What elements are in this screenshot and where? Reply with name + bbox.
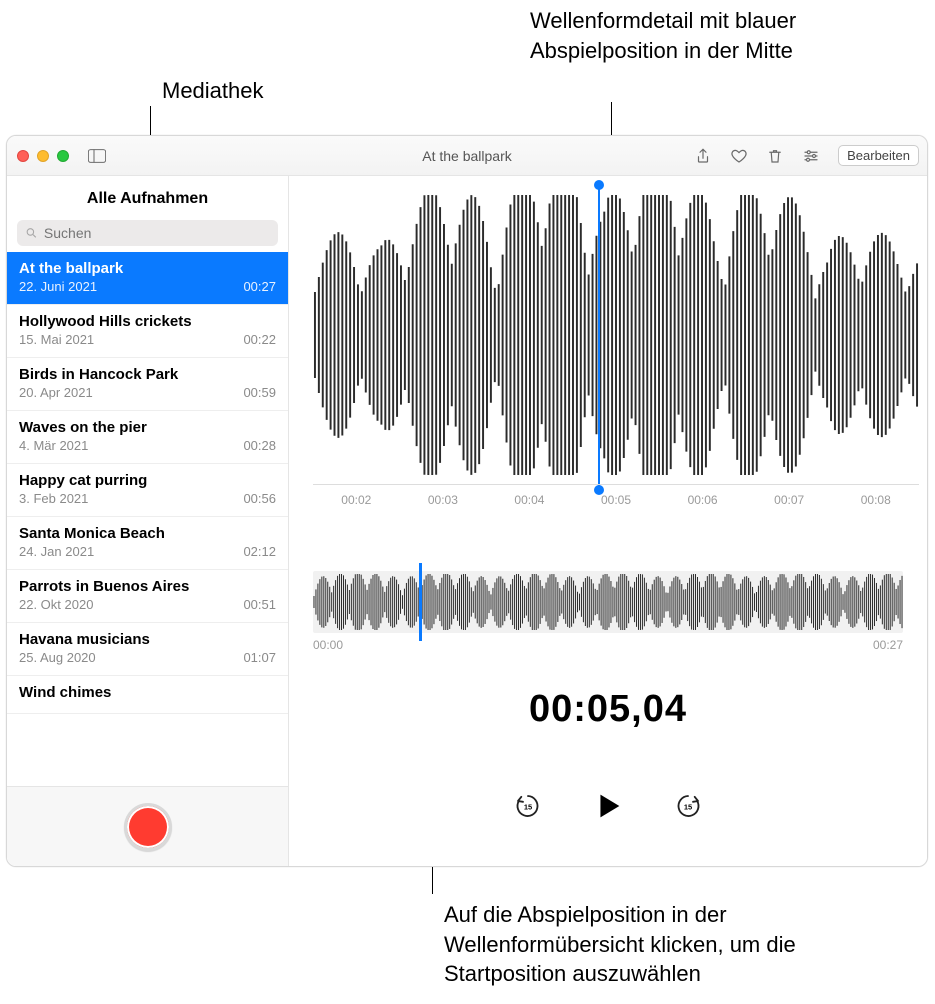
heart-icon (730, 147, 748, 165)
window-controls (17, 150, 69, 162)
recording-duration: 01:07 (243, 650, 276, 665)
waveform-detail[interactable]: 00:0200:0300:0400:0500:0600:0700:08 (313, 190, 919, 520)
search-input[interactable] (44, 225, 270, 241)
callout-waveform-detail: Wellenformdetail mit blauer Abspielposit… (530, 6, 890, 65)
recording-name: Wind chimes (19, 684, 276, 701)
recording-item[interactable]: Happy cat purring 3. Feb 2021 00:56 (7, 464, 288, 517)
recording-duration: 02:12 (243, 544, 276, 559)
favorite-button[interactable] (730, 147, 748, 165)
minimize-window-button[interactable] (37, 150, 49, 162)
recording-item[interactable]: Havana musicians 25. Aug 2020 01:07 (7, 623, 288, 676)
recording-item[interactable]: Santa Monica Beach 24. Jan 2021 02:12 (7, 517, 288, 570)
recording-item[interactable]: Hollywood Hills crickets 15. Mai 2021 00:2… (7, 305, 288, 358)
toggle-sidebar-button[interactable] (85, 146, 109, 166)
edit-button[interactable]: Bearbeiten (838, 145, 919, 166)
app-window: At the ballpark Bearbeiten Alle Aufnahme… (6, 135, 928, 867)
recording-name: Havana musicians (19, 631, 276, 648)
overview-start-time: 00:00 (313, 638, 343, 652)
recording-duration: 00:22 (243, 332, 276, 347)
recording-date: 3. Feb 2021 (19, 491, 88, 506)
sidebar-icon (88, 149, 106, 163)
skip-forward-icon: 15 (673, 791, 703, 821)
search-field[interactable] (17, 220, 278, 246)
zoom-window-button[interactable] (57, 150, 69, 162)
share-icon (694, 147, 712, 165)
callout-overview-playhead: Auf die Abspielposition in der Wellenfor… (444, 900, 904, 989)
recording-duration: 00:27 (243, 279, 276, 294)
sidebar: Alle Aufnahmen At the ballpark 22. Juni 2… (7, 176, 289, 866)
record-button[interactable] (124, 803, 172, 851)
recording-item[interactable]: Birds in Hancock Park 20. Apr 2021 00:59 (7, 358, 288, 411)
recording-date: 22. Juni 2021 (19, 279, 97, 294)
recording-name: Santa Monica Beach (19, 525, 276, 542)
recording-name: Parrots in Buenos Aires (19, 578, 276, 595)
trash-icon (766, 147, 784, 165)
settings-button[interactable] (802, 147, 820, 165)
waveform-overview[interactable] (313, 571, 903, 633)
play-button[interactable] (591, 789, 625, 826)
skip-back-button[interactable]: 15 (513, 791, 543, 824)
sidebar-title: Alle Aufnahmen (7, 176, 288, 220)
sliders-icon (802, 147, 820, 165)
recording-name: Hollywood Hills crickets (19, 313, 276, 330)
recording-date: 20. Apr 2021 (19, 385, 93, 400)
recording-duration: 00:51 (243, 597, 276, 612)
time-tick: 00:05 (573, 484, 660, 520)
overview-end-time: 00:27 (873, 638, 903, 652)
skip-back-icon: 15 (513, 791, 543, 821)
recording-name: Happy cat purring (19, 472, 276, 489)
skip-forward-button[interactable]: 15 (673, 791, 703, 824)
svg-text:15: 15 (524, 802, 532, 811)
recording-date: 15. Mai 2021 (19, 332, 94, 347)
recording-item[interactable]: At the ballpark 22. Juni 2021 00:27 (7, 252, 288, 305)
delete-button[interactable] (766, 147, 784, 165)
waveform-overview-svg (313, 571, 903, 633)
record-bar (7, 786, 288, 866)
recording-duration: 00:28 (243, 438, 276, 453)
playhead-detail[interactable] (598, 186, 600, 489)
time-tick: 00:04 (486, 484, 573, 520)
main-panel: 00:0200:0300:0400:0500:0600:0700:08 00:0… (289, 176, 927, 866)
titlebar: At the ballpark Bearbeiten (7, 136, 927, 176)
recording-name: At the ballpark (19, 260, 276, 277)
current-time-display: 00:05,04 (289, 688, 927, 731)
waveform-detail-svg (313, 190, 919, 480)
time-tick: 00:06 (659, 484, 746, 520)
callout-mediathek: Mediathek (162, 76, 264, 106)
recording-date: 4. Mär 2021 (19, 438, 88, 453)
playback-controls: 15 15 (289, 789, 927, 826)
recording-date: 22. Okt 2020 (19, 597, 93, 612)
time-tick: 00:02 (313, 484, 400, 520)
time-tick: 00:08 (832, 484, 919, 520)
playhead-overview[interactable] (419, 563, 422, 641)
recordings-list: At the ballpark 22. Juni 2021 00:27 Hollywo… (7, 252, 288, 786)
svg-text:15: 15 (684, 802, 692, 811)
close-window-button[interactable] (17, 150, 29, 162)
time-tick: 00:07 (746, 484, 833, 520)
recording-name: Birds in Hancock Park (19, 366, 276, 383)
recording-duration: 00:56 (243, 491, 276, 506)
search-icon (25, 226, 38, 240)
time-scale: 00:0200:0300:0400:0500:0600:0700:08 (313, 484, 919, 520)
recording-item[interactable]: Waves on the pier 4. Mär 2021 00:28 (7, 411, 288, 464)
recording-item[interactable]: Wind chimes (7, 676, 288, 714)
share-button[interactable] (694, 147, 712, 165)
time-tick: 00:03 (400, 484, 487, 520)
recording-date: 24. Jan 2021 (19, 544, 94, 559)
recording-duration: 00:59 (243, 385, 276, 400)
play-icon (591, 789, 625, 823)
recording-date: 25. Aug 2020 (19, 650, 96, 665)
recording-item[interactable]: Parrots in Buenos Aires 22. Okt 2020 00:51 (7, 570, 288, 623)
recording-name: Waves on the pier (19, 419, 276, 436)
